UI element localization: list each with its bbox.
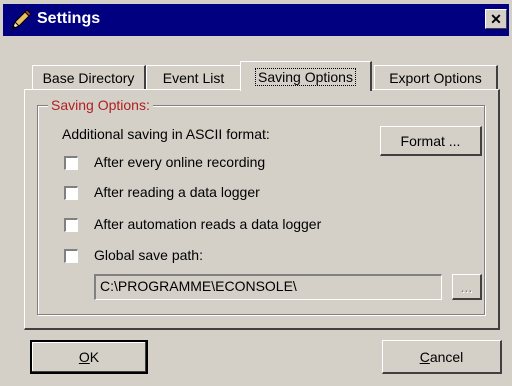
- title-bar[interactable]: Settings ✕: [3, 4, 509, 36]
- checkbox-global-save-path[interactable]: [64, 249, 78, 263]
- tab-saving-options[interactable]: Saving Options: [240, 61, 372, 91]
- format-button[interactable]: Format ...: [380, 126, 482, 156]
- checkbox-online-recording[interactable]: [64, 156, 78, 170]
- tab-label: Event List: [162, 69, 225, 86]
- saving-options-group: Saving Options: Additional saving in ASC…: [37, 97, 485, 315]
- close-button[interactable]: ✕: [485, 9, 507, 29]
- checkbox-automation-reads[interactable]: [64, 218, 78, 232]
- tab-event-list[interactable]: Event List: [146, 65, 242, 89]
- tab-export-options[interactable]: Export Options: [374, 65, 498, 89]
- tab-label: Export Options: [389, 69, 482, 86]
- save-path-value: C:\PROGRAMME\ECONSOLE\: [100, 278, 297, 294]
- option-online-recording: After every online recording: [94, 154, 266, 170]
- ascii-format-label: Additional saving in ASCII format:: [62, 126, 270, 142]
- option-automation-reads: After automation reads a data logger: [94, 216, 322, 232]
- close-icon: ✕: [490, 10, 502, 27]
- ok-button[interactable]: OK: [30, 340, 148, 374]
- settings-dialog: Settings ✕ Base Directory Event List Sav…: [0, 0, 512, 386]
- save-path-field[interactable]: C:\PROGRAMME\ECONSOLE\: [94, 274, 442, 300]
- browse-button[interactable]: ...: [452, 274, 482, 300]
- tab-label: Base Directory: [42, 69, 135, 86]
- browse-button-label: ...: [460, 278, 473, 295]
- tab-label: Saving Options: [255, 67, 356, 86]
- tab-base-directory[interactable]: Base Directory: [32, 65, 146, 89]
- option-reading-data-logger: After reading a data logger: [94, 184, 260, 200]
- window-title: Settings: [37, 10, 101, 27]
- cancel-button[interactable]: Cancel: [382, 340, 502, 374]
- option-global-save-path: Global save path:: [94, 247, 203, 263]
- pencil-icon: [11, 9, 32, 30]
- saving-options-panel: Saving Options: Additional saving in ASC…: [24, 89, 500, 330]
- group-legend: Saving Options:: [48, 97, 153, 113]
- cancel-button-label: Cancel: [419, 348, 464, 365]
- checkbox-reading-data-logger[interactable]: [64, 186, 78, 200]
- ok-button-label: OK: [78, 349, 100, 365]
- format-button-label: Format ...: [400, 132, 461, 149]
